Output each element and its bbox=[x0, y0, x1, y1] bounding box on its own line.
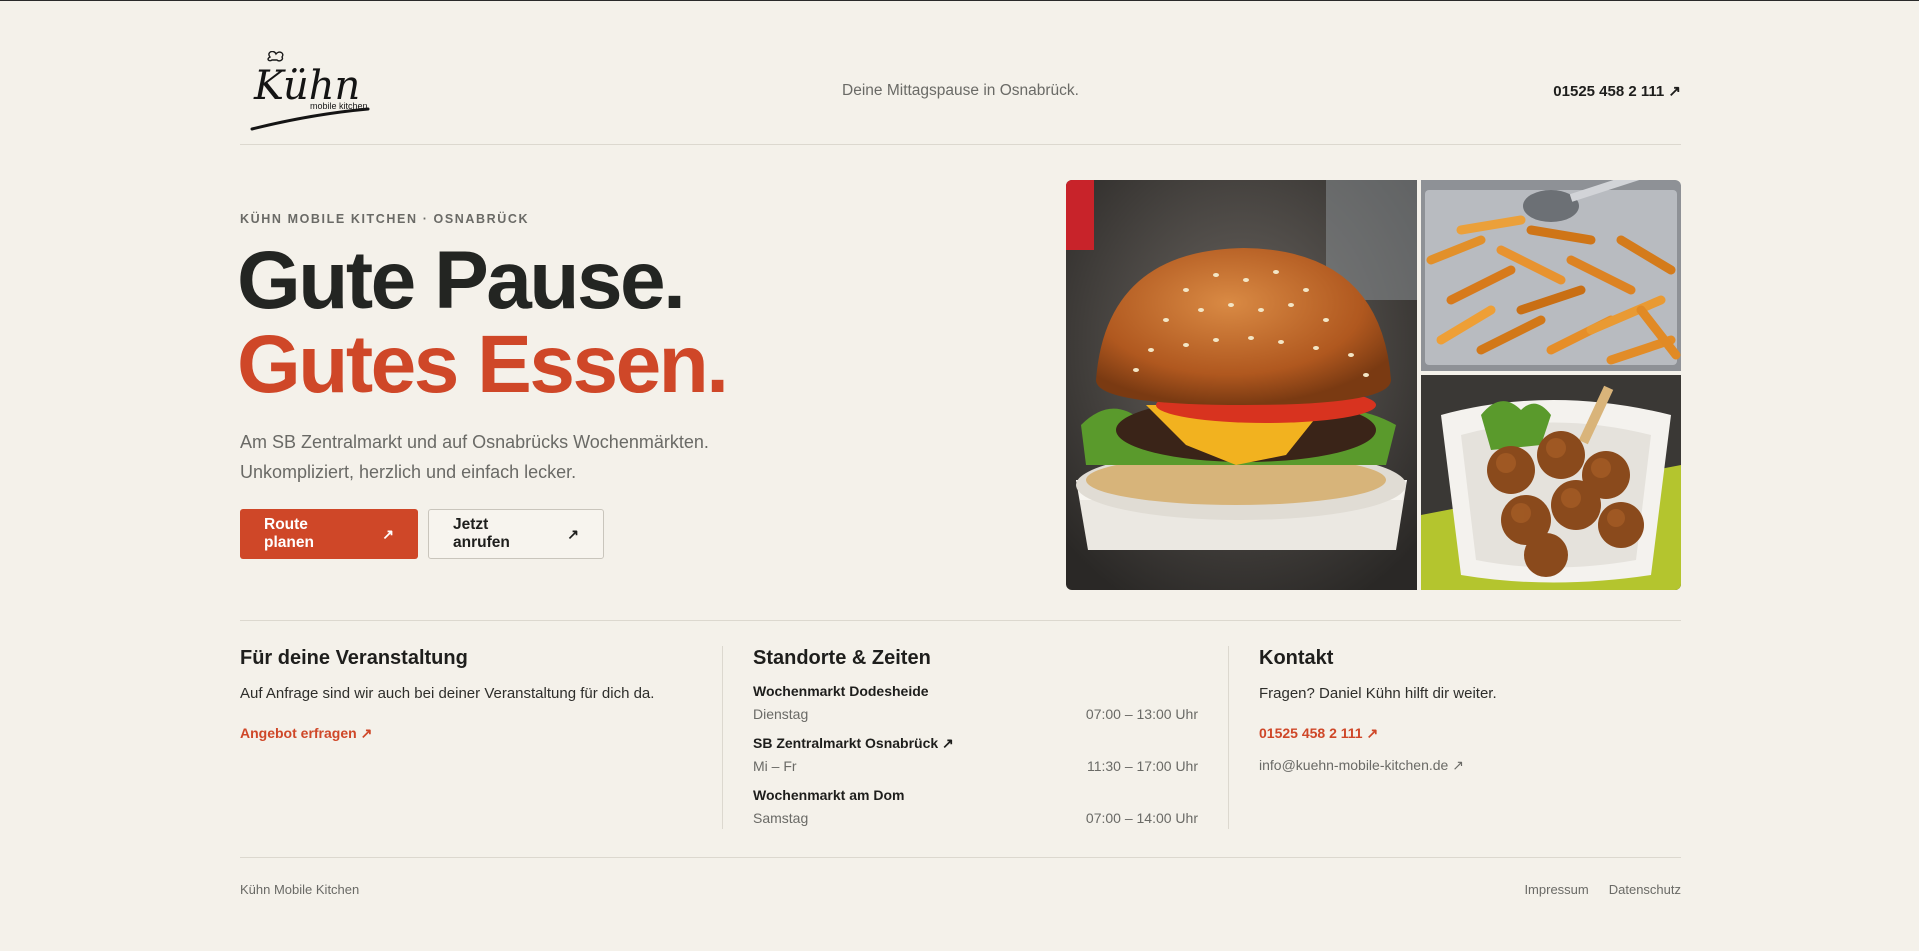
locations-title: Standorte & Zeiten bbox=[753, 647, 931, 669]
contact-email-link[interactable]: info@kuehn-mobile-kitchen.de ↗ bbox=[1259, 757, 1464, 774]
location-name: Wochenmarkt am Dom bbox=[753, 787, 905, 803]
location-day: Mi – Fr bbox=[753, 758, 797, 774]
location-time: 11:30 – 17:00 Uhr bbox=[1086, 758, 1198, 774]
contact-phone-link[interactable]: 01525 458 2 111 ↗ bbox=[1259, 725, 1378, 742]
hero-eyebrow: KÜHN MOBILE KITCHEN · OSNABRÜCK bbox=[240, 212, 530, 226]
hero-title-line2: Gutes Essen. bbox=[237, 319, 729, 410]
burger-image bbox=[1066, 180, 1417, 590]
location-name-link[interactable]: SB Zentralmarkt Osnabrück ↗ bbox=[753, 735, 954, 752]
location-name: Wochenmarkt Dodesheide bbox=[753, 683, 929, 699]
route-button[interactable]: Route planen ↗ bbox=[240, 509, 418, 559]
footer-divider bbox=[240, 857, 1681, 858]
section-divider bbox=[240, 620, 1681, 621]
impressum-link[interactable]: Impressum bbox=[1524, 882, 1588, 897]
contact-text: Fragen? Daniel Kühn hilft dir weiter. bbox=[1259, 685, 1497, 702]
location-day: Dienstag bbox=[753, 706, 809, 722]
location-time: 07:00 – 14:00 Uhr bbox=[1085, 810, 1198, 826]
header-phone-link[interactable]: 01525 458 2 111 ↗ bbox=[1553, 82, 1681, 100]
hero-lead: Am SB Zentralmarkt und auf Osnabrücks Wo… bbox=[240, 427, 709, 487]
event-text: Auf Anfrage sind wir auch bei deiner Ver… bbox=[240, 685, 655, 702]
hero-lead-line1: Am SB Zentralmarkt und auf Osnabrücks Wo… bbox=[240, 432, 709, 452]
hero-title-line1: Gute Pause. bbox=[237, 235, 686, 326]
external-arrow-icon: ↗ bbox=[567, 525, 579, 542]
footer-brand: Kühn Mobile Kitchen bbox=[240, 882, 360, 897]
location-time: 07:00 – 13:00 Uhr bbox=[1085, 706, 1198, 722]
hero-lead-line2: Unkompliziert, herzlich und einfach leck… bbox=[240, 462, 577, 482]
footer-links: Impressum Datenschutz bbox=[1524, 882, 1681, 897]
column-divider bbox=[1228, 646, 1229, 829]
route-button-label: Route planen bbox=[264, 516, 314, 551]
event-title: Für deine Veranstaltung bbox=[240, 647, 468, 669]
contact-title: Kontakt bbox=[1259, 647, 1334, 669]
location-day: Samstag bbox=[753, 810, 809, 826]
site-header: Kühn mobile kitchen Deine Mittagspause i… bbox=[240, 1, 1681, 145]
column-divider bbox=[722, 646, 723, 829]
offer-request-link[interactable]: Angebot erfragen ↗ bbox=[240, 725, 372, 742]
header-tagline: Deine Mittagspause in Osnabrück. bbox=[842, 82, 1079, 99]
food-collage bbox=[1066, 180, 1681, 590]
external-arrow-icon: ↗ bbox=[382, 525, 394, 542]
call-button-label: Jetzt anrufen bbox=[453, 516, 510, 551]
falafel-image bbox=[1421, 375, 1681, 590]
call-button[interactable]: Jetzt anrufen ↗ bbox=[428, 509, 604, 559]
fries-image bbox=[1421, 180, 1681, 371]
datenschutz-link[interactable]: Datenschutz bbox=[1609, 882, 1681, 897]
